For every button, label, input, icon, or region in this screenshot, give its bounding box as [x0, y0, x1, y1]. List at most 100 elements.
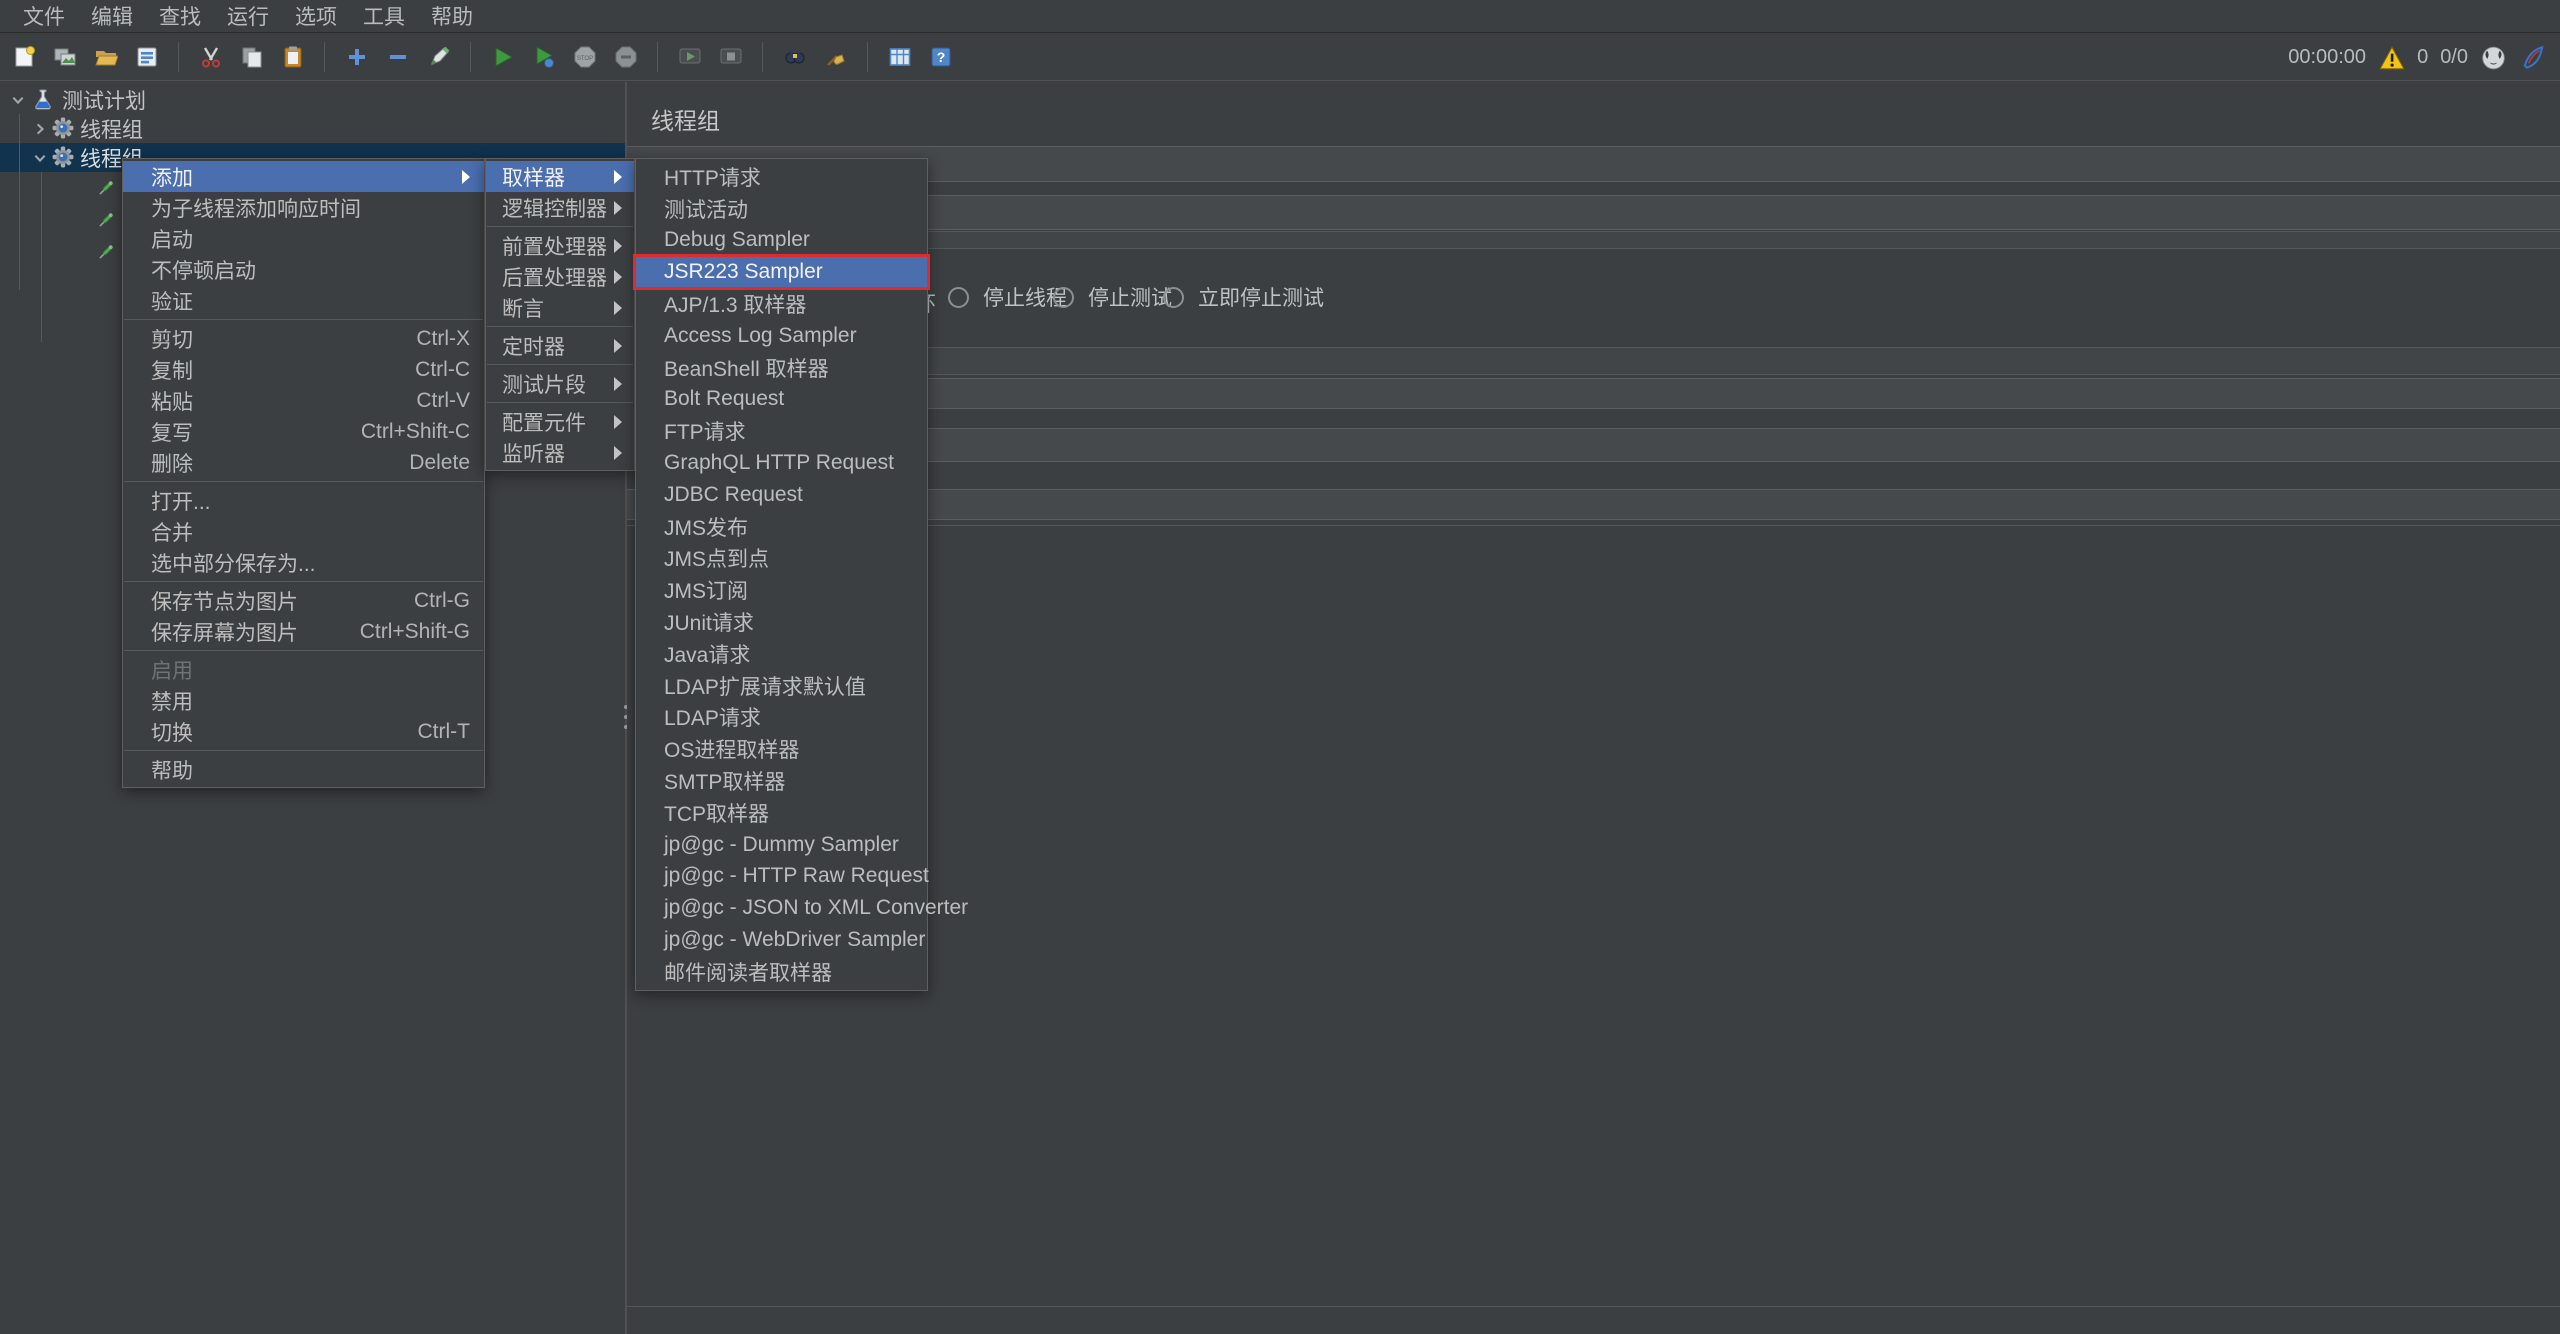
menu-item[interactable]: 验证 — [123, 285, 484, 316]
menu-item[interactable]: jp@gc - WebDriver Sampler — [636, 924, 927, 956]
menu-item[interactable]: LDAP扩展请求默认值 — [636, 670, 927, 702]
start-icon[interactable] — [489, 44, 516, 71]
menu-item[interactable]: SMTP取样器 — [636, 765, 927, 797]
menu-item[interactable]: JMS点到点 — [636, 543, 927, 575]
clear-all-icon[interactable] — [822, 44, 849, 71]
menu-item[interactable]: 测试片段 — [486, 368, 634, 399]
menu-item[interactable]: 断言 — [486, 292, 634, 323]
menu-item[interactable]: jp@gc - Dummy Sampler — [636, 829, 927, 861]
menubar-item[interactable]: 工具 — [350, 0, 418, 32]
chevron-right-icon[interactable] — [30, 119, 50, 139]
menu-item[interactable]: OS进程取样器 — [636, 733, 927, 765]
tree-node[interactable]: 线程组 — [0, 114, 625, 143]
radio-option[interactable]: 立即停止测试 — [1163, 282, 1324, 312]
menu-item[interactable]: JMS订阅 — [636, 574, 927, 606]
menu-item[interactable]: TCP取样器 — [636, 797, 927, 829]
menu-item[interactable]: 打开... — [123, 485, 484, 516]
menu-item[interactable]: 启动 — [123, 223, 484, 254]
menu-item[interactable]: 不停顿启动 — [123, 254, 484, 285]
menu-item[interactable]: 删除Delete — [123, 447, 484, 478]
menu-item[interactable]: 切换Ctrl-T — [123, 716, 484, 747]
start-no-pauses-icon[interactable] — [530, 44, 557, 71]
menu-item[interactable]: 选中部分保存为... — [123, 547, 484, 578]
remote-start-all-icon[interactable] — [676, 44, 703, 71]
menu-item[interactable]: Access Log Sampler — [636, 320, 927, 352]
stop-icon[interactable]: STOP — [571, 44, 598, 71]
menu-item[interactable]: 保存屏幕为图片Ctrl+Shift-G — [123, 616, 484, 647]
menu-item[interactable]: JUnit请求 — [636, 606, 927, 638]
menubar-item[interactable]: 运行 — [214, 0, 282, 32]
menu-item[interactable]: 监听器 — [486, 437, 634, 468]
shutdown-icon[interactable] — [612, 44, 639, 71]
toggle-icon[interactable] — [425, 44, 452, 71]
menu-item[interactable]: JSR223 Sampler — [636, 256, 927, 288]
menu-item-label: 禁用 — [151, 686, 193, 716]
menu-item[interactable]: JMS发布 — [636, 511, 927, 543]
menu-item[interactable]: 测试活动 — [636, 193, 927, 225]
menu-item[interactable]: jp@gc - JSON to XML Converter — [636, 892, 927, 924]
menu-item[interactable]: 禁用 — [123, 685, 484, 716]
radio-circle-icon[interactable] — [1053, 287, 1074, 308]
warning-icon[interactable] — [2378, 44, 2405, 71]
submenu-arrow-icon — [614, 377, 622, 391]
menu-item[interactable]: JDBC Request — [636, 479, 927, 511]
sampler-icon[interactable] — [94, 178, 116, 200]
submenu-arrow-icon — [614, 446, 622, 460]
menubar-item[interactable]: 选项 — [282, 0, 350, 32]
menu-item[interactable]: AJP/1.3 取样器 — [636, 288, 927, 320]
menu-item[interactable]: 复写Ctrl+Shift-C — [123, 416, 484, 447]
radio-circle-icon[interactable] — [1163, 287, 1184, 308]
open-file-icon[interactable] — [92, 44, 119, 71]
menu-item[interactable]: 保存节点为图片Ctrl-G — [123, 585, 484, 616]
menu-item[interactable]: BeanShell 取样器 — [636, 352, 927, 384]
menu-item[interactable]: 添加 — [123, 161, 484, 192]
cut-icon[interactable] — [197, 44, 224, 71]
menu-item[interactable]: FTP请求 — [636, 415, 927, 447]
new-file-icon[interactable] — [10, 44, 37, 71]
menu-item[interactable]: 复制Ctrl-C — [123, 354, 484, 385]
menu-item[interactable]: 为子线程添加响应时间 — [123, 192, 484, 223]
menu-item[interactable]: 合并 — [123, 516, 484, 547]
menu-item-label: HTTP请求 — [664, 162, 761, 192]
templates-icon[interactable] — [51, 44, 78, 71]
menubar-item[interactable]: 帮助 — [418, 0, 486, 32]
menu-item[interactable]: 定时器 — [486, 330, 634, 361]
menu-item[interactable]: 前置处理器 — [486, 230, 634, 261]
chevron-down-icon[interactable] — [8, 90, 28, 110]
function-helper-icon[interactable] — [886, 44, 913, 71]
save-icon[interactable] — [133, 44, 160, 71]
chevron-down-icon[interactable] — [30, 148, 50, 168]
menubar-item[interactable]: 编辑 — [78, 0, 146, 32]
sampler-icon[interactable] — [94, 210, 116, 232]
remote-stop-all-icon[interactable] — [717, 44, 744, 71]
expand-all-icon[interactable] — [343, 44, 370, 71]
menu-item[interactable]: 粘贴Ctrl-V — [123, 385, 484, 416]
menu-item[interactable]: 邮件阅读者取样器 — [636, 956, 927, 988]
help-icon[interactable]: ? — [927, 44, 954, 71]
menu-item[interactable]: 后置处理器 — [486, 261, 634, 292]
tree-node[interactable]: 测试计划 — [0, 85, 625, 114]
search-icon[interactable] — [781, 44, 808, 71]
collapse-all-icon[interactable] — [384, 44, 411, 71]
menubar-item[interactable]: 查找 — [146, 0, 214, 32]
sampler-icon[interactable] — [94, 242, 116, 264]
menu-item[interactable]: 配置元件 — [486, 406, 634, 437]
menu-item[interactable]: 取样器 — [486, 161, 634, 192]
menu-item-label: Access Log Sampler — [664, 324, 857, 348]
menu-item[interactable]: GraphQL HTTP Request — [636, 447, 927, 479]
copy-icon[interactable] — [238, 44, 265, 71]
menu-item[interactable]: jp@gc - HTTP Raw Request — [636, 861, 927, 893]
radio-option[interactable]: 停止测试 — [1053, 282, 1172, 312]
menu-item[interactable]: 逻辑控制器 — [486, 192, 634, 223]
menubar-item[interactable]: 文件 — [10, 0, 78, 32]
radio-option[interactable]: 停止线程 — [948, 282, 1067, 312]
menu-item[interactable]: Bolt Request — [636, 384, 927, 416]
menu-item[interactable]: LDAP请求 — [636, 702, 927, 734]
menu-item[interactable]: Java请求 — [636, 638, 927, 670]
radio-circle-icon[interactable] — [948, 287, 969, 308]
menu-item[interactable]: HTTP请求 — [636, 161, 927, 193]
menu-item[interactable]: 帮助 — [123, 754, 484, 785]
paste-icon[interactable] — [279, 44, 306, 71]
menu-item[interactable]: 剪切Ctrl-X — [123, 323, 484, 354]
menu-item[interactable]: Debug Sampler — [636, 225, 927, 257]
